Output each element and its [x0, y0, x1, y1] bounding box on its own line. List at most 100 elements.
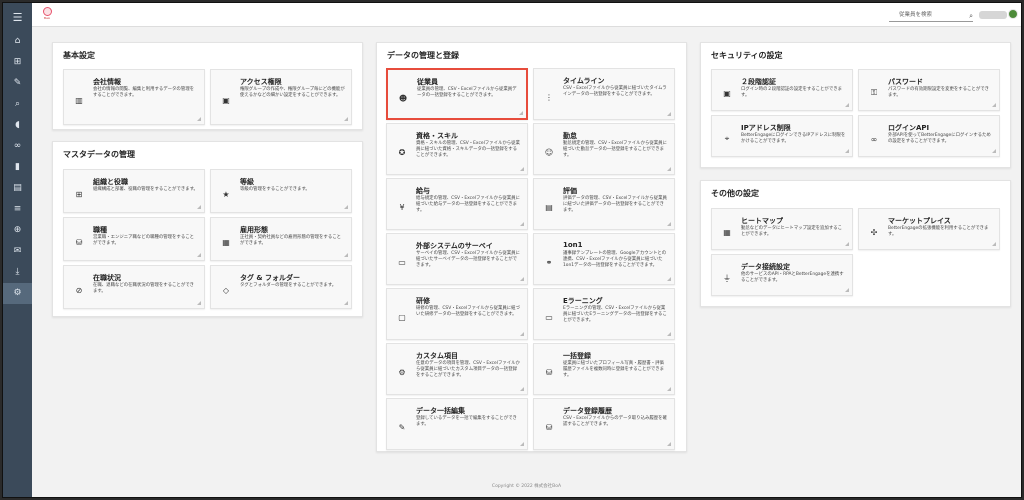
tag-icon: ◇ — [222, 285, 230, 295]
books-icon[interactable]: ▤ — [3, 178, 32, 199]
corner-arrow-icon — [992, 242, 996, 246]
card-two-factor[interactable]: ▣ ２段階認証 ログイン時の２段階認証の設定をすることができます。 — [711, 69, 853, 111]
panel-other-settings: その他の設定 ▦ ヒートマップ 勤怠などのデータにヒートマップ設定を追加することがで… — [700, 180, 1011, 307]
card-access[interactable]: ▣ アクセス権限 権限グループの作成や、権限グループ毎にどの機能が使えるかなどの細か… — [210, 69, 352, 125]
survey-icon: ▭ — [398, 257, 406, 267]
card-evaluation[interactable]: ▤ 評価 評価データの管理、CSV・Excelファイルから従業員に紐づいた評価データ… — [533, 178, 675, 230]
card-timeline[interactable]: ⋮ タイムライン CSV・Excelファイルから従業員に紐づいたタイムラインデータの… — [533, 68, 675, 120]
corner-arrow-icon — [344, 117, 348, 121]
card-building[interactable]: ▥ 会社情報 会社の情報の閲覧、編集と利用するデータの管理をすることができます。 — [63, 69, 205, 125]
settings-icon[interactable]: ⚙ — [3, 283, 32, 304]
sidebar: ☰ ⌂ ⊞ ✎ ⌕ ◖ ∞ ▮ ▤ ≡ ⊕ ✉ ⤓ ⚙ — [3, 3, 32, 497]
list-icon[interactable]: ≡ — [3, 199, 32, 220]
bar-chart-icon[interactable]: ▮ — [3, 157, 32, 178]
app-logo[interactable]: BeA — [41, 7, 53, 22]
card-tag[interactable]: ◇ タグ & フォルダー タグとフォルダーの管理をすることができます。 — [210, 265, 352, 309]
home-icon[interactable]: ⌂ — [3, 31, 32, 52]
card-elearning[interactable]: ▭ Eラーニング Eラーニングの管理、CSV・Excelファイルから従業員に紐づいた… — [533, 288, 675, 340]
card-description: 権限グループの作成や、権限グループ毎にどの機能が使えるかなどの細かい設定をするこ… — [240, 87, 345, 99]
link-icon: ∞ — [870, 134, 878, 144]
menu-icon[interactable]: ☰ — [3, 3, 32, 31]
plug-icon: ⏚ — [723, 273, 731, 283]
database-icon: ⛁ — [75, 237, 83, 247]
card-status[interactable]: ⊘ 在職状況 在職、退職などの在職状況の管理をすることができます。 — [63, 265, 205, 309]
card-training[interactable]: ▢ 研修 研修の管理、CSV・Excelファイルから従業員に紐づいた研修データの一括… — [386, 288, 528, 340]
panel-title: マスタデータの管理 — [63, 150, 135, 159]
card-description: CSV・Excelファイルから従業員に紐づいたタイムラインデータの一括登録をする… — [563, 86, 667, 98]
card-employment[interactable]: ▦ 雇用形態 正社員・契約社員などの雇用形態の管理をすることができます。 — [210, 217, 352, 261]
card-link[interactable]: ∞ ログインAPI 外部APIを使ってBetterEngageにログインするための設… — [858, 115, 1000, 157]
target-icon[interactable]: ⊕ — [3, 220, 32, 241]
card-org[interactable]: ⊞ 組織と役職 組織構成と部署、役職の管理をすることができます。 — [63, 169, 205, 213]
mail-icon[interactable]: ✉ — [3, 241, 32, 262]
corner-arrow-icon — [520, 442, 524, 446]
card-puzzle[interactable]: ✣ マーケットプレイス BetterEngageの拡張機能を利用することができます。 — [858, 208, 1000, 250]
corner-arrow-icon — [845, 103, 849, 107]
history-icon: ⛁ — [545, 422, 553, 432]
card-description: Eラーニングの管理、CSV・Excelファイルから従業員に紐づいたEラーニングデ… — [563, 306, 667, 324]
org-chart-icon[interactable]: ⊞ — [3, 52, 32, 73]
card-pencil[interactable]: ✎ データ一括編集 登録しているデータを一括で編集をすることができます。 — [386, 398, 528, 450]
card-salary[interactable]: ¥ 給与 給与規定の管理、CSV・Excelファイルから従業員に紐づいた給与データの… — [386, 178, 528, 230]
card-employees[interactable]: ☻ 従業員 従業員の管理、CSV・Excelファイルから従業員データの一括登録をする… — [386, 68, 528, 120]
corner-arrow-icon — [520, 222, 524, 226]
chat-icon[interactable]: ◖ — [3, 115, 32, 136]
card-attendance[interactable]: ☺ 勤怠 勤怠規定の管理、CSV・Excelファイルから従業員に紐づいた勤怠データの… — [533, 123, 675, 175]
card-description: 任意のデータの項目を管理、CSV・Excelファイルから従業員に紐づいたカスタム… — [416, 361, 520, 379]
logo-text: BeA — [44, 16, 50, 20]
card-title: Eラーニング — [563, 297, 603, 305]
location-icon: ⌖ — [724, 134, 730, 143]
card-gear[interactable]: ⚙ カスタム項目 任意のデータの項目を管理、CSV・Excelファイルから従業員に紐… — [386, 343, 528, 395]
evaluation-icon: ▤ — [545, 202, 553, 212]
link-icon[interactable]: ∞ — [3, 136, 32, 157]
avatar[interactable] — [1008, 9, 1018, 19]
employment-icon: ▦ — [222, 237, 230, 247]
logo-mark — [42, 7, 52, 16]
card-plug[interactable]: ⏚ データ接続設定 他のサービスのAPI・RPAとBetterEngageを連携する… — [711, 254, 853, 296]
user-name[interactable] — [979, 11, 1007, 19]
corner-arrow-icon — [845, 242, 849, 246]
access-icon: ▣ — [222, 95, 230, 105]
status-icon: ⊘ — [75, 285, 83, 295]
card-title: 研修 — [416, 297, 430, 305]
card-skill[interactable]: ✪ 資格・スキル 資格・スキルの管理、CSV・Excelファイルから従業員に紐づいた… — [386, 123, 528, 175]
card-title: ヒートマップ — [741, 217, 783, 225]
panel-title: その他の設定 — [711, 189, 759, 198]
search-icon[interactable]: ⌕ — [3, 94, 32, 115]
corner-arrow-icon — [992, 103, 996, 107]
card-title: 勤怠 — [563, 132, 577, 140]
card-title: 資格・スキル — [416, 132, 458, 140]
corner-arrow-icon — [667, 387, 671, 391]
card-history[interactable]: ⛁ データ登録履歴 CSV・Excelファイルからのデータ取り込み履歴を確認すること… — [533, 398, 675, 450]
building-icon: ▥ — [75, 95, 83, 105]
corner-arrow-icon — [667, 277, 671, 281]
card-description: 会社の情報の閲覧、編集と利用するデータの管理をすることができます。 — [93, 87, 194, 99]
card-description: ログイン時の２段階認証の設定をすることができます。 — [741, 87, 842, 99]
card-bulk-register[interactable]: ⛁ 一括登録 従業員に紐づいたプロフィール写真・履歴書・評価履歴ファイルを複数同時に… — [533, 343, 675, 395]
card-location[interactable]: ⌖ IPアドレス制限 BetterEngageにログインできるIPアドレスに制限をか… — [711, 115, 853, 157]
bulk-register-icon: ⛁ — [545, 367, 553, 377]
app-window: ☰ ⌂ ⊞ ✎ ⌕ ◖ ∞ ▮ ▤ ≡ ⊕ ✉ ⤓ ⚙ BeA 従業員を検索 ⌕ 基本設定 ▥ 会社情報 会社… — [2, 2, 1022, 498]
user-edit-icon[interactable]: ✎ — [3, 73, 32, 94]
card-one-on-one[interactable]: ⚭ 1on1 議事録テンプレートの管理、Googleアカウントとの連携、CSV・Ex… — [533, 233, 675, 285]
card-database[interactable]: ⛁ 職種 営業職・エンジニア職などの職種の管理をすることができます。 — [63, 217, 205, 261]
card-heatmap[interactable]: ▦ ヒートマップ 勤怠などのデータにヒートマップ設定を追加することができます。 — [711, 208, 853, 250]
card-description: 勤怠規定の管理、CSV・Excelファイルから従業員に紐づいた勤怠データの一括登… — [563, 141, 667, 159]
download-icon[interactable]: ⤓ — [3, 262, 32, 283]
card-description: 他のサービスのAPI・RPAとBetterEngageを連携することができます。 — [741, 272, 844, 284]
card-star[interactable]: ★ 等級 等級の管理をすることができます。 — [210, 169, 352, 213]
card-description: BetterEngageの拡張機能を利用することができます。 — [888, 226, 989, 238]
card-title: 在職状況 — [93, 274, 121, 282]
two-factor-icon: ▣ — [723, 88, 731, 98]
card-survey[interactable]: ▭ 外部システムのサーベイ サーベイの管理、CSV・Excelファイルから従業員に紐… — [386, 233, 528, 285]
card-description: BetterEngageにログインできるIPアドレスに制限をかけることができます… — [741, 133, 846, 145]
card-key[interactable]: ⚿ パスワード パスワードの有効期限設定を変更をすることができます。 — [858, 69, 1000, 111]
panel-master-data: マスタデータの管理 ⊞ 組織と役職 組織構成と部署、役職の管理をすることができます。… — [52, 141, 363, 317]
card-description: 評価データの管理、CSV・Excelファイルから従業員に紐づいた評価データの一括… — [563, 196, 667, 214]
card-description: 登録しているデータを一括で編集をすることができます。 — [416, 416, 517, 428]
card-title: タイムライン — [563, 77, 605, 85]
pencil-icon: ✎ — [398, 422, 406, 432]
search-icon[interactable]: ⌕ — [969, 11, 973, 22]
corner-arrow-icon — [667, 167, 671, 171]
employee-search-input[interactable]: 従業員を検索 ⌕ — [889, 10, 973, 22]
